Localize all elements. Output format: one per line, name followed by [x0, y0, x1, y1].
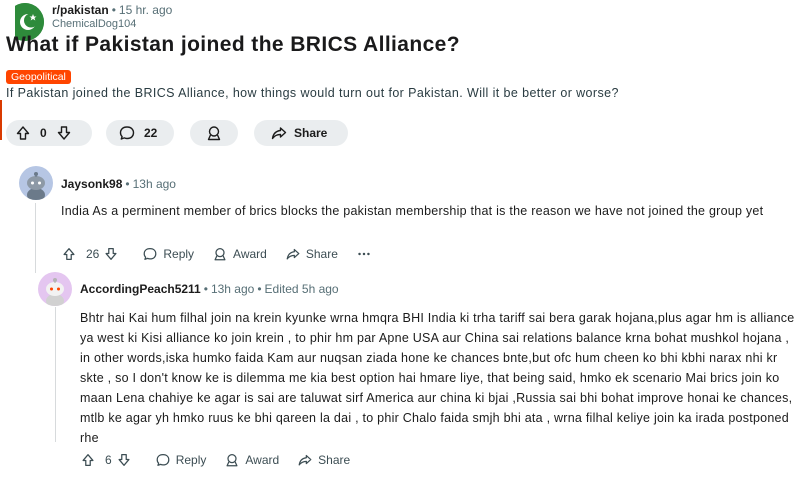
comment-time: 13h ago — [210, 282, 255, 296]
comment-icon — [143, 248, 157, 260]
thread-line — [55, 307, 56, 442]
comment-username[interactable]: AccordingPeach5211 — [80, 282, 201, 296]
vote-control: 0 — [6, 120, 92, 146]
downvote-icon[interactable] — [55, 124, 73, 142]
reply-button[interactable]: Reply — [142, 246, 194, 262]
award-button[interactable] — [190, 120, 238, 146]
reply-button[interactable]: Reply — [155, 452, 207, 468]
share-icon — [271, 127, 287, 140]
comment-text: Bhtr hai Kai hum filhal join na krein ky… — [80, 311, 795, 445]
post-body: If Pakistan joined the BRICS Alliance, h… — [6, 86, 619, 100]
share-icon — [298, 454, 312, 466]
comment-vote-control: 6 — [80, 452, 137, 468]
post-accent-bar — [0, 100, 2, 140]
share-label: Share — [294, 126, 328, 140]
vote-count: 0 — [40, 126, 47, 140]
upvote-icon[interactable] — [80, 452, 96, 468]
comment-time: 13h ago — [132, 177, 176, 191]
comments-button[interactable]: 22 — [106, 120, 174, 146]
thread-line — [35, 203, 36, 273]
share-label: Share — [305, 247, 338, 261]
more-options-button[interactable] — [356, 246, 377, 262]
award-icon — [226, 454, 238, 467]
comment-username[interactable]: Jaysonk98 — [61, 177, 122, 191]
award-label: Award — [233, 247, 267, 261]
comment-edited: Edited 5h ago — [264, 282, 339, 296]
comment-icon — [156, 454, 170, 466]
award-label: Award — [245, 453, 280, 467]
share-icon — [286, 248, 300, 260]
post-author[interactable]: ChemicalDog104 — [52, 17, 172, 31]
upvote-icon[interactable] — [61, 246, 77, 262]
downvote-icon[interactable] — [116, 452, 132, 468]
snoo-avatar-icon — [46, 278, 64, 306]
comment-actions: 6 Reply Award Share — [80, 452, 368, 468]
share-button[interactable]: Share — [297, 452, 350, 468]
comment-actions: 26 Reply Award Share — [61, 246, 395, 262]
reply-label: Reply — [175, 453, 207, 467]
upvote-icon[interactable] — [14, 124, 32, 142]
snoo-avatar-icon — [27, 172, 45, 200]
comment-text: India As a perminent member of brics blo… — [61, 204, 764, 218]
award-button[interactable]: Award — [212, 246, 267, 262]
award-icon — [214, 248, 226, 261]
reply-label: Reply — [163, 247, 195, 261]
award-icon — [207, 126, 221, 141]
avatar[interactable] — [19, 166, 53, 200]
post-time: 15 hr. ago — [118, 3, 173, 17]
post-flair[interactable]: Geopolitical — [6, 70, 71, 84]
avatar[interactable] — [38, 272, 72, 306]
comment-header: Jaysonk98 • 13h ago — [61, 177, 176, 191]
share-label: Share — [318, 453, 351, 467]
comment-vote-count: 26 — [86, 247, 100, 261]
comment-vote-control: 26 — [61, 246, 124, 262]
post-title[interactable]: What if Pakistan joined the BRICS Allian… — [6, 33, 460, 57]
subreddit-name[interactable]: r/pakistan — [52, 3, 109, 17]
comments-count: 22 — [144, 126, 158, 140]
downvote-icon[interactable] — [103, 246, 119, 262]
comment-vote-count: 6 — [105, 453, 112, 467]
share-button[interactable]: Share — [254, 120, 348, 146]
share-button[interactable]: Share — [285, 246, 338, 262]
award-button[interactable]: Award — [224, 452, 279, 468]
more-options-icon — [358, 252, 370, 256]
comment-header: AccordingPeach5211 • 13h ago • Edited 5h ago — [80, 282, 339, 296]
comment-icon — [119, 126, 135, 140]
